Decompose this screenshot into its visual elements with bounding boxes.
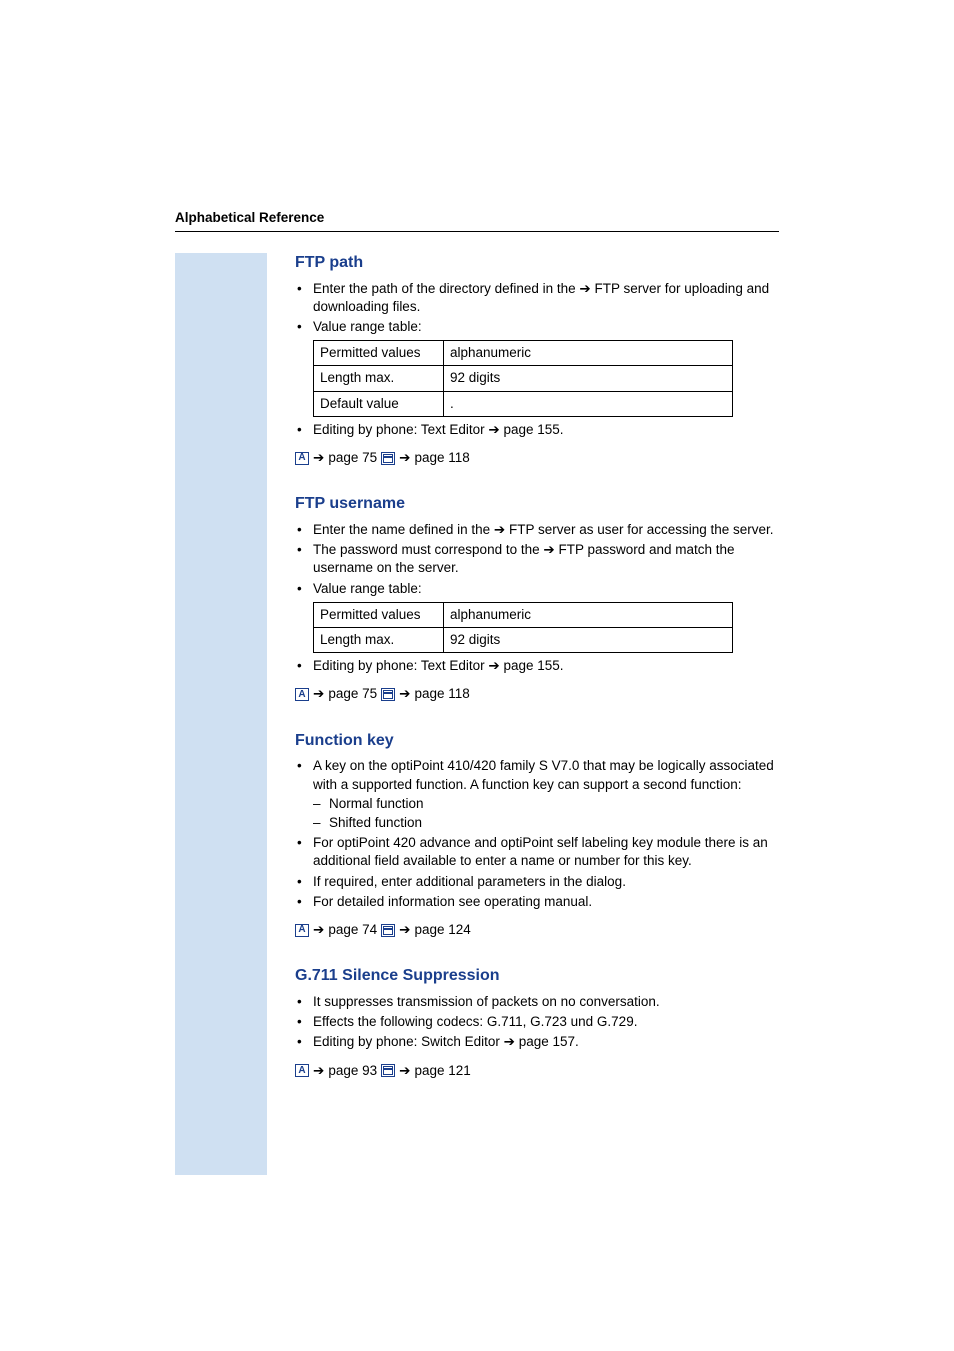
cell: alphanumeric [444,341,733,366]
list-item: Editing by phone: Switch Editor ➔ page 1… [295,1033,779,1051]
cell: Permitted values [314,341,444,366]
running-header: Alphabetical Reference [175,210,779,225]
link-page-155[interactable]: page 155 [503,422,559,437]
text: Editing by phone: Text Editor [313,658,488,673]
arrow-icon: ➔ [399,921,410,939]
cell: Default value [314,391,444,416]
admin-icon: A [295,688,309,701]
link-page-75[interactable]: page 75 [328,685,377,703]
text: Enter the name defined in the [313,522,494,537]
cell: . [444,391,733,416]
admin-icon: A [295,452,309,465]
table-row: Length max. 92 digits [314,366,733,391]
text: Enter the path of the directory defined … [313,281,579,296]
table-row: Permitted values alphanumeric [314,602,733,627]
cell: Length max. [314,628,444,653]
arrow-icon: ➔ [579,281,590,296]
cell: Permitted values [314,602,444,627]
arrow-icon: ➔ [313,449,324,467]
text: Editing by phone: Text Editor [313,422,488,437]
link-page-121[interactable]: page 121 [414,1062,470,1080]
list-item: The password must correspond to the ➔ FT… [295,541,779,577]
link-page-93[interactable]: page 93 [328,1062,377,1080]
list-item: Enter the name defined in the ➔ FTP serv… [295,521,779,539]
web-icon [381,1064,395,1077]
link-page-155[interactable]: page 155 [503,658,559,673]
ftp-username-list: Enter the name defined in the ➔ FTP serv… [295,521,779,598]
text: . [560,422,564,437]
arrow-icon: ➔ [399,449,410,467]
list-item: If required, enter additional parameters… [295,873,779,891]
cell: alphanumeric [444,602,733,627]
heading-function-key: Function key [295,730,779,752]
ftp-path-table: Permitted values alphanumeric Length max… [313,340,733,417]
margin-strip [175,253,267,1175]
table-row: Length max. 92 digits [314,628,733,653]
arrow-icon: ➔ [494,522,505,537]
arrow-icon: ➔ [313,1062,324,1080]
g711-list: It suppresses transmission of packets on… [295,993,779,1052]
ref-line: A ➔ page 93 ➔ page 121 [295,1062,779,1080]
list-item: It suppresses transmission of packets on… [295,993,779,1011]
link-page-118[interactable]: page 118 [414,449,469,467]
link-ftp-password[interactable]: FTP password [558,542,645,557]
text: . [560,658,564,673]
admin-icon: A [295,924,309,937]
web-icon [381,452,395,465]
admin-icon: A [295,1064,309,1077]
link-page-118[interactable]: page 118 [414,685,469,703]
ftp-username-list-2: Editing by phone: Text Editor ➔ page 155… [295,657,779,675]
list-item: Shifted function [313,814,779,832]
ref-line: A ➔ page 74 ➔ page 124 [295,921,779,939]
text: . [575,1034,579,1049]
heading-ftp-path: FTP path [295,252,779,274]
web-icon [381,924,395,937]
ftp-username-table: Permitted values alphanumeric Length max… [313,602,733,653]
dash-list: Normal function Shifted function [313,795,779,832]
table-row: Permitted values alphanumeric [314,341,733,366]
list-item: For optiPoint 420 advance and optiPoint … [295,834,779,870]
web-icon [381,688,395,701]
function-key-list: A key on the optiPoint 410/420 family S … [295,757,779,911]
list-item: Editing by phone: Text Editor ➔ page 155… [295,421,779,439]
arrow-icon: ➔ [504,1034,515,1049]
arrow-icon: ➔ [543,542,554,557]
header-rule [175,231,779,232]
cell: 92 digits [444,628,733,653]
list-item: Value range table: [295,318,779,336]
link-ftp-server[interactable]: FTP server [595,281,662,296]
link-ftp-server[interactable]: FTP server [509,522,576,537]
list-item: Value range table: [295,580,779,598]
heading-g711: G.711 Silence Suppression [295,965,779,987]
list-item: Normal function [313,795,779,813]
arrow-icon: ➔ [313,921,324,939]
ftp-path-list: Enter the path of the directory defined … [295,280,779,337]
arrow-icon: ➔ [313,685,324,703]
ref-line: A ➔ page 75 ➔ page 118 [295,685,779,703]
list-item: Enter the path of the directory defined … [295,280,779,316]
table-row: Default value . [314,391,733,416]
cell: Length max. [314,366,444,391]
ref-line: A ➔ page 75 ➔ page 118 [295,449,779,467]
link-page-157[interactable]: page 157 [519,1034,575,1049]
list-item: Editing by phone: Text Editor ➔ page 155… [295,657,779,675]
heading-ftp-username: FTP username [295,493,779,515]
text: A key on the optiPoint 410/420 family S … [313,758,774,791]
ftp-path-list-2: Editing by phone: Text Editor ➔ page 155… [295,421,779,439]
link-page-124[interactable]: page 124 [414,921,470,939]
cell: 92 digits [444,366,733,391]
list-item: A key on the optiPoint 410/420 family S … [295,757,779,832]
text: The password must correspond to the [313,542,543,557]
text: Editing by phone: Switch Editor [313,1034,504,1049]
text: as user for accessing the server. [575,522,773,537]
link-page-75[interactable]: page 75 [328,449,377,467]
list-item: Effects the following codecs: G.711, G.7… [295,1013,779,1031]
arrow-icon: ➔ [399,685,410,703]
arrow-icon: ➔ [488,658,499,673]
arrow-icon: ➔ [488,422,499,437]
arrow-icon: ➔ [399,1062,410,1080]
link-page-74[interactable]: page 74 [328,921,377,939]
main-content: FTP path Enter the path of the directory… [295,252,779,1080]
list-item: For detailed information see operating m… [295,893,779,911]
